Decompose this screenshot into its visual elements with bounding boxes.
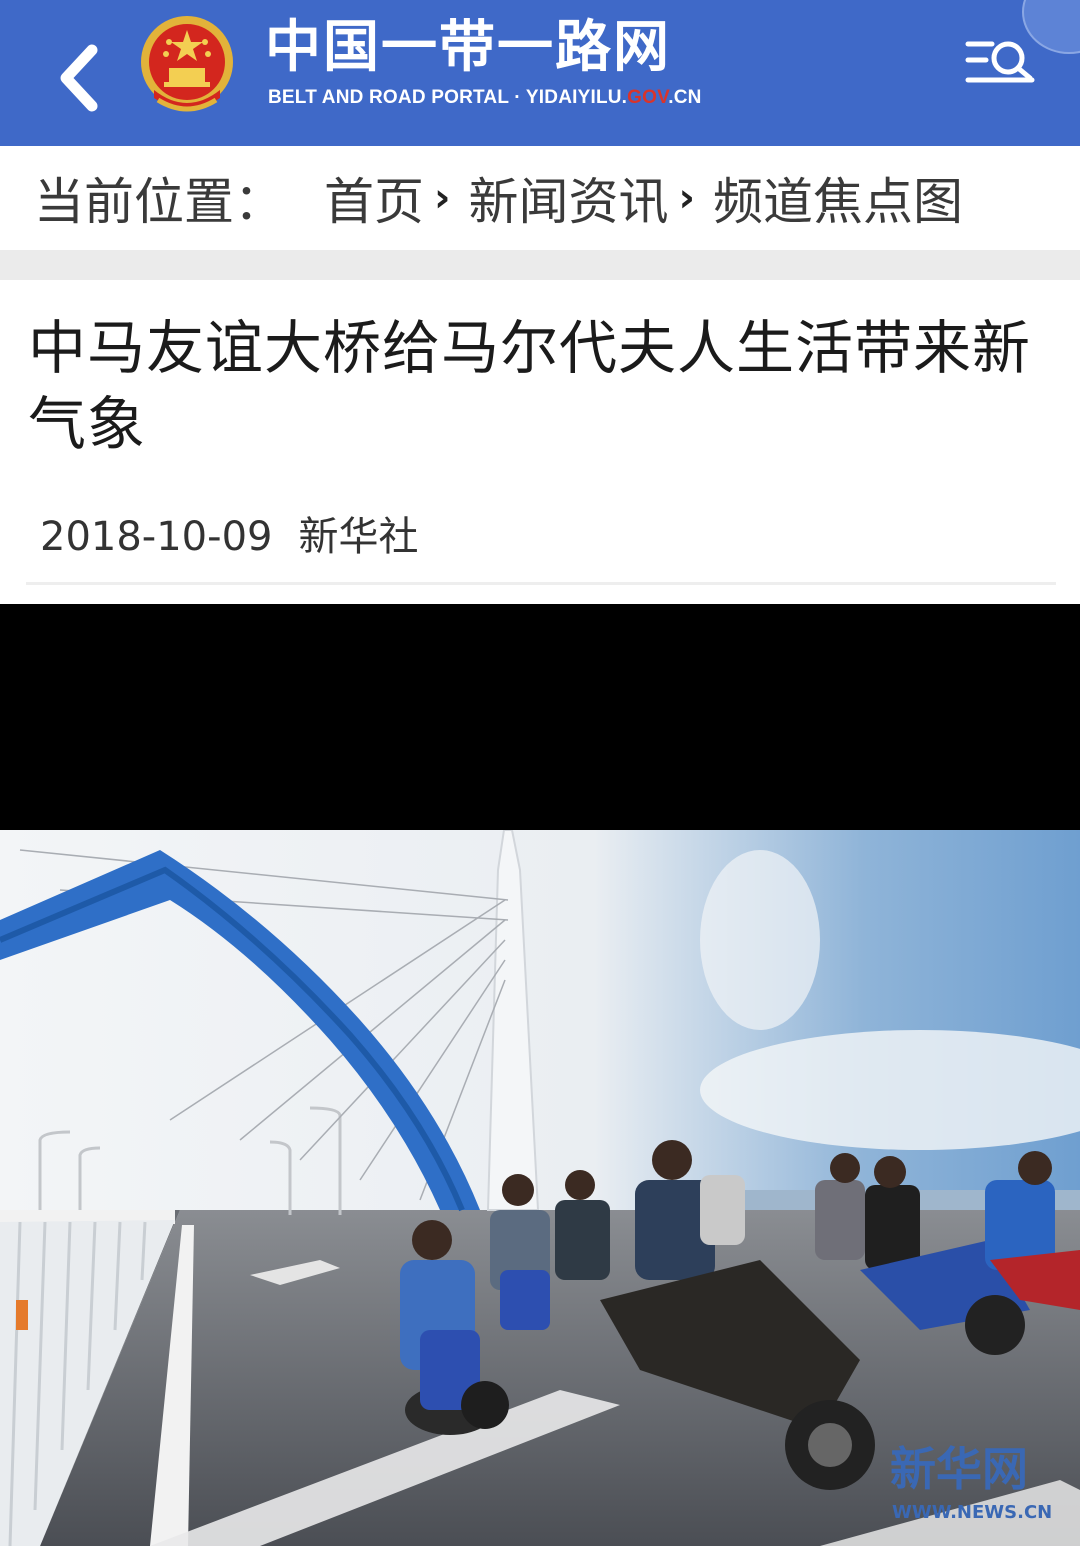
subtitle-suffix: .CN [668, 87, 702, 108]
breadcrumb: 当前位置： 首页 › 新闻资讯 › 频道焦点图 [0, 146, 1080, 250]
breadcrumb-home[interactable]: 首页 [324, 162, 424, 234]
breadcrumb-focus[interactable]: 频道焦点图 [713, 162, 963, 234]
video-placeholder [0, 604, 1080, 830]
chevron-left-icon [60, 44, 98, 112]
breadcrumb-news[interactable]: 新闻资讯 [468, 162, 668, 234]
subtitle-prefix: BELT AND ROAD PORTAL · YIDAIYILU. [268, 87, 628, 108]
breadcrumb-separator-icon: › [434, 175, 451, 221]
breadcrumb-separator-icon: › [678, 175, 695, 221]
section-gap [0, 250, 1080, 280]
article-source: 新华社 [298, 514, 419, 560]
divider [26, 582, 1056, 585]
article-photo: 新华网 WWW.NEWS.CN [0, 830, 1080, 1546]
menu-search-icon [965, 41, 1035, 83]
article-meta: 2018-10-09 新华社 [40, 504, 418, 562]
watermark-url: WWW.NEWS.CN [892, 1502, 1052, 1523]
back-button[interactable] [52, 40, 108, 116]
bridge-photo: 新华网 WWW.NEWS.CN [0, 830, 1080, 1546]
article-header: 中马友谊大桥给马尔代夫人生活带来新气象 2018-10-09 新华社 [0, 280, 1080, 604]
national-emblem-icon [136, 12, 238, 118]
site-subtitle: BELT AND ROAD PORTAL · YIDAIYILU.GOV.CN [268, 86, 702, 110]
watermark-title: 新华网 [890, 1442, 1028, 1496]
site-header: 中国一带一路网 BELT AND ROAD PORTAL · YIDAIYILU… [0, 0, 1080, 146]
breadcrumb-label: 当前位置： [34, 173, 284, 231]
article-title: 中马友谊大桥给马尔代夫人生活带来新气象 [28, 314, 1032, 458]
article-date: 2018-10-09 [40, 514, 273, 560]
menu-search-button[interactable] [962, 38, 1040, 90]
site-title: 中国一带一路网 [265, 15, 671, 80]
subtitle-gov: GOV [627, 87, 669, 108]
